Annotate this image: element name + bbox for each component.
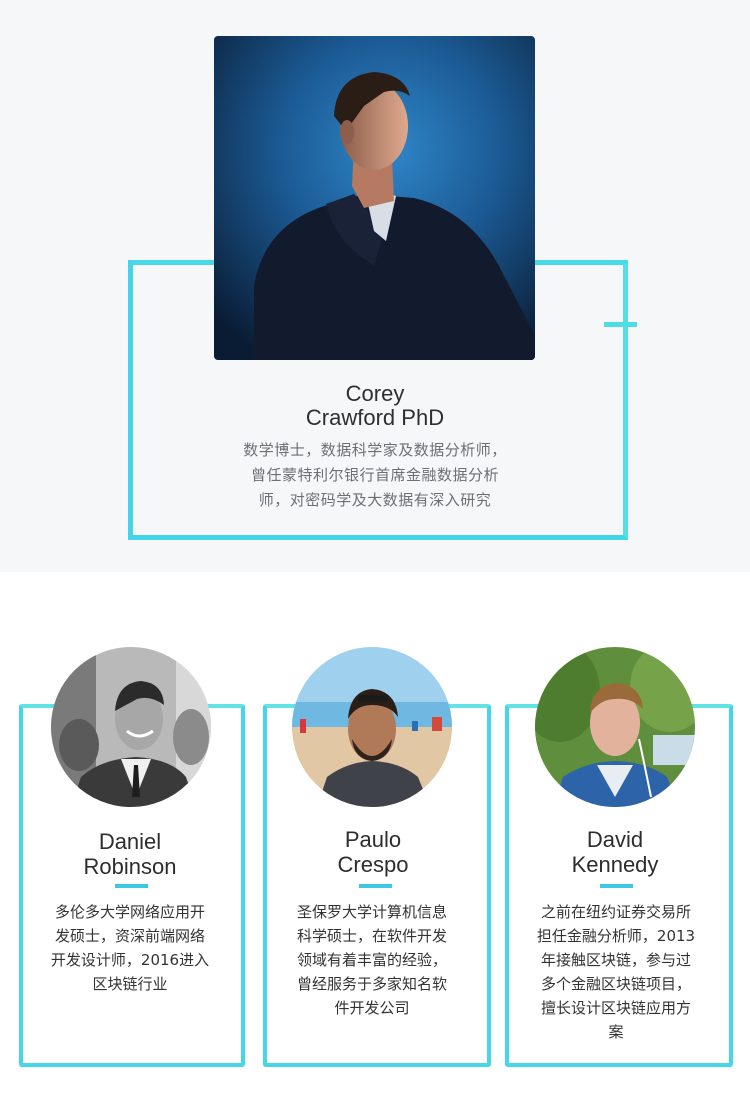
daniel-name-line1: Daniel (98, 829, 162, 854)
paulo-accent-bar (359, 884, 392, 888)
paulo-desc-line: 领域有着丰富的经验， (296, 951, 447, 969)
daniel-description: 多伦多大学网络应用开 发硕士，资深前端网络 开发设计师，2016进入 区块链行业 (30, 900, 230, 996)
david-name: David Kennedy (502, 827, 728, 877)
daniel-desc-line: 多伦多大学网络应用开 (54, 903, 205, 921)
featured-desc-line2: 曾任蒙特利尔银行首席金融数据分析 (250, 466, 499, 484)
david-accent-bar (600, 884, 633, 888)
daniel-desc-line: 发硕士，资深前端网络 (54, 927, 205, 945)
featured-desc-line1: 数学博士，数据科学家及数据分析师， (243, 441, 507, 459)
daniel-portrait-photo (51, 647, 211, 807)
david-desc-line: 之前在纽约证券交易所 (540, 903, 691, 921)
paulo-desc-line: 件开发公司 (334, 999, 410, 1017)
featured-name: Corey Crawford PhD (214, 382, 536, 430)
paulo-name-line1: Paulo (344, 827, 402, 852)
david-name-line1: David (586, 827, 644, 852)
david-desc-line: 擅长设计区块链应用方 (540, 999, 691, 1017)
paulo-description: 圣保罗大学计算机信息 科学硕士，在软件开发 领域有着丰富的经验， 曾经服务于多家… (272, 900, 472, 1020)
david-desc-line: 担任金融分析师，2013 (536, 927, 696, 945)
featured-desc-line3: 师，对密码学及大数据有深入研究 (258, 491, 492, 509)
featured-name-line2: Crawford PhD (305, 405, 445, 430)
david-desc-line: 多个金融区块链项目， (540, 975, 691, 993)
david-desc-line: 案 (608, 1023, 624, 1041)
paulo-name: Paulo Crespo (260, 827, 486, 877)
daniel-name-line2: Robinson (83, 854, 177, 879)
paulo-portrait-photo (292, 647, 452, 807)
daniel-accent-bar (115, 884, 148, 888)
paulo-desc-line: 圣保罗大学计算机信息 (296, 903, 447, 921)
featured-portrait-photo (214, 36, 535, 360)
daniel-name: Daniel Robinson (17, 829, 243, 879)
featured-name-line1: Corey (345, 381, 405, 406)
daniel-desc-line: 区块链行业 (92, 975, 168, 993)
featured-description: 数学博士，数据科学家及数据分析师， 曾任蒙特利尔银行首席金融数据分析 师，对密码… (200, 438, 550, 513)
david-portrait-photo (535, 647, 695, 807)
david-desc-line: 年接触区块链，参与过 (540, 951, 691, 969)
paulo-desc-line: 科学硕士，在软件开发 (296, 927, 447, 945)
paulo-name-line2: Crespo (337, 852, 409, 877)
daniel-desc-line: 开发设计师，2016进入 (50, 951, 210, 969)
david-name-line2: Kennedy (571, 852, 659, 877)
david-description: 之前在纽约证券交易所 担任金融分析师，2013 年接触区块链，参与过 多个金融区… (516, 900, 716, 1044)
frame-tick-decoration (604, 322, 637, 327)
paulo-desc-line: 曾经服务于多家知名软 (296, 975, 447, 993)
